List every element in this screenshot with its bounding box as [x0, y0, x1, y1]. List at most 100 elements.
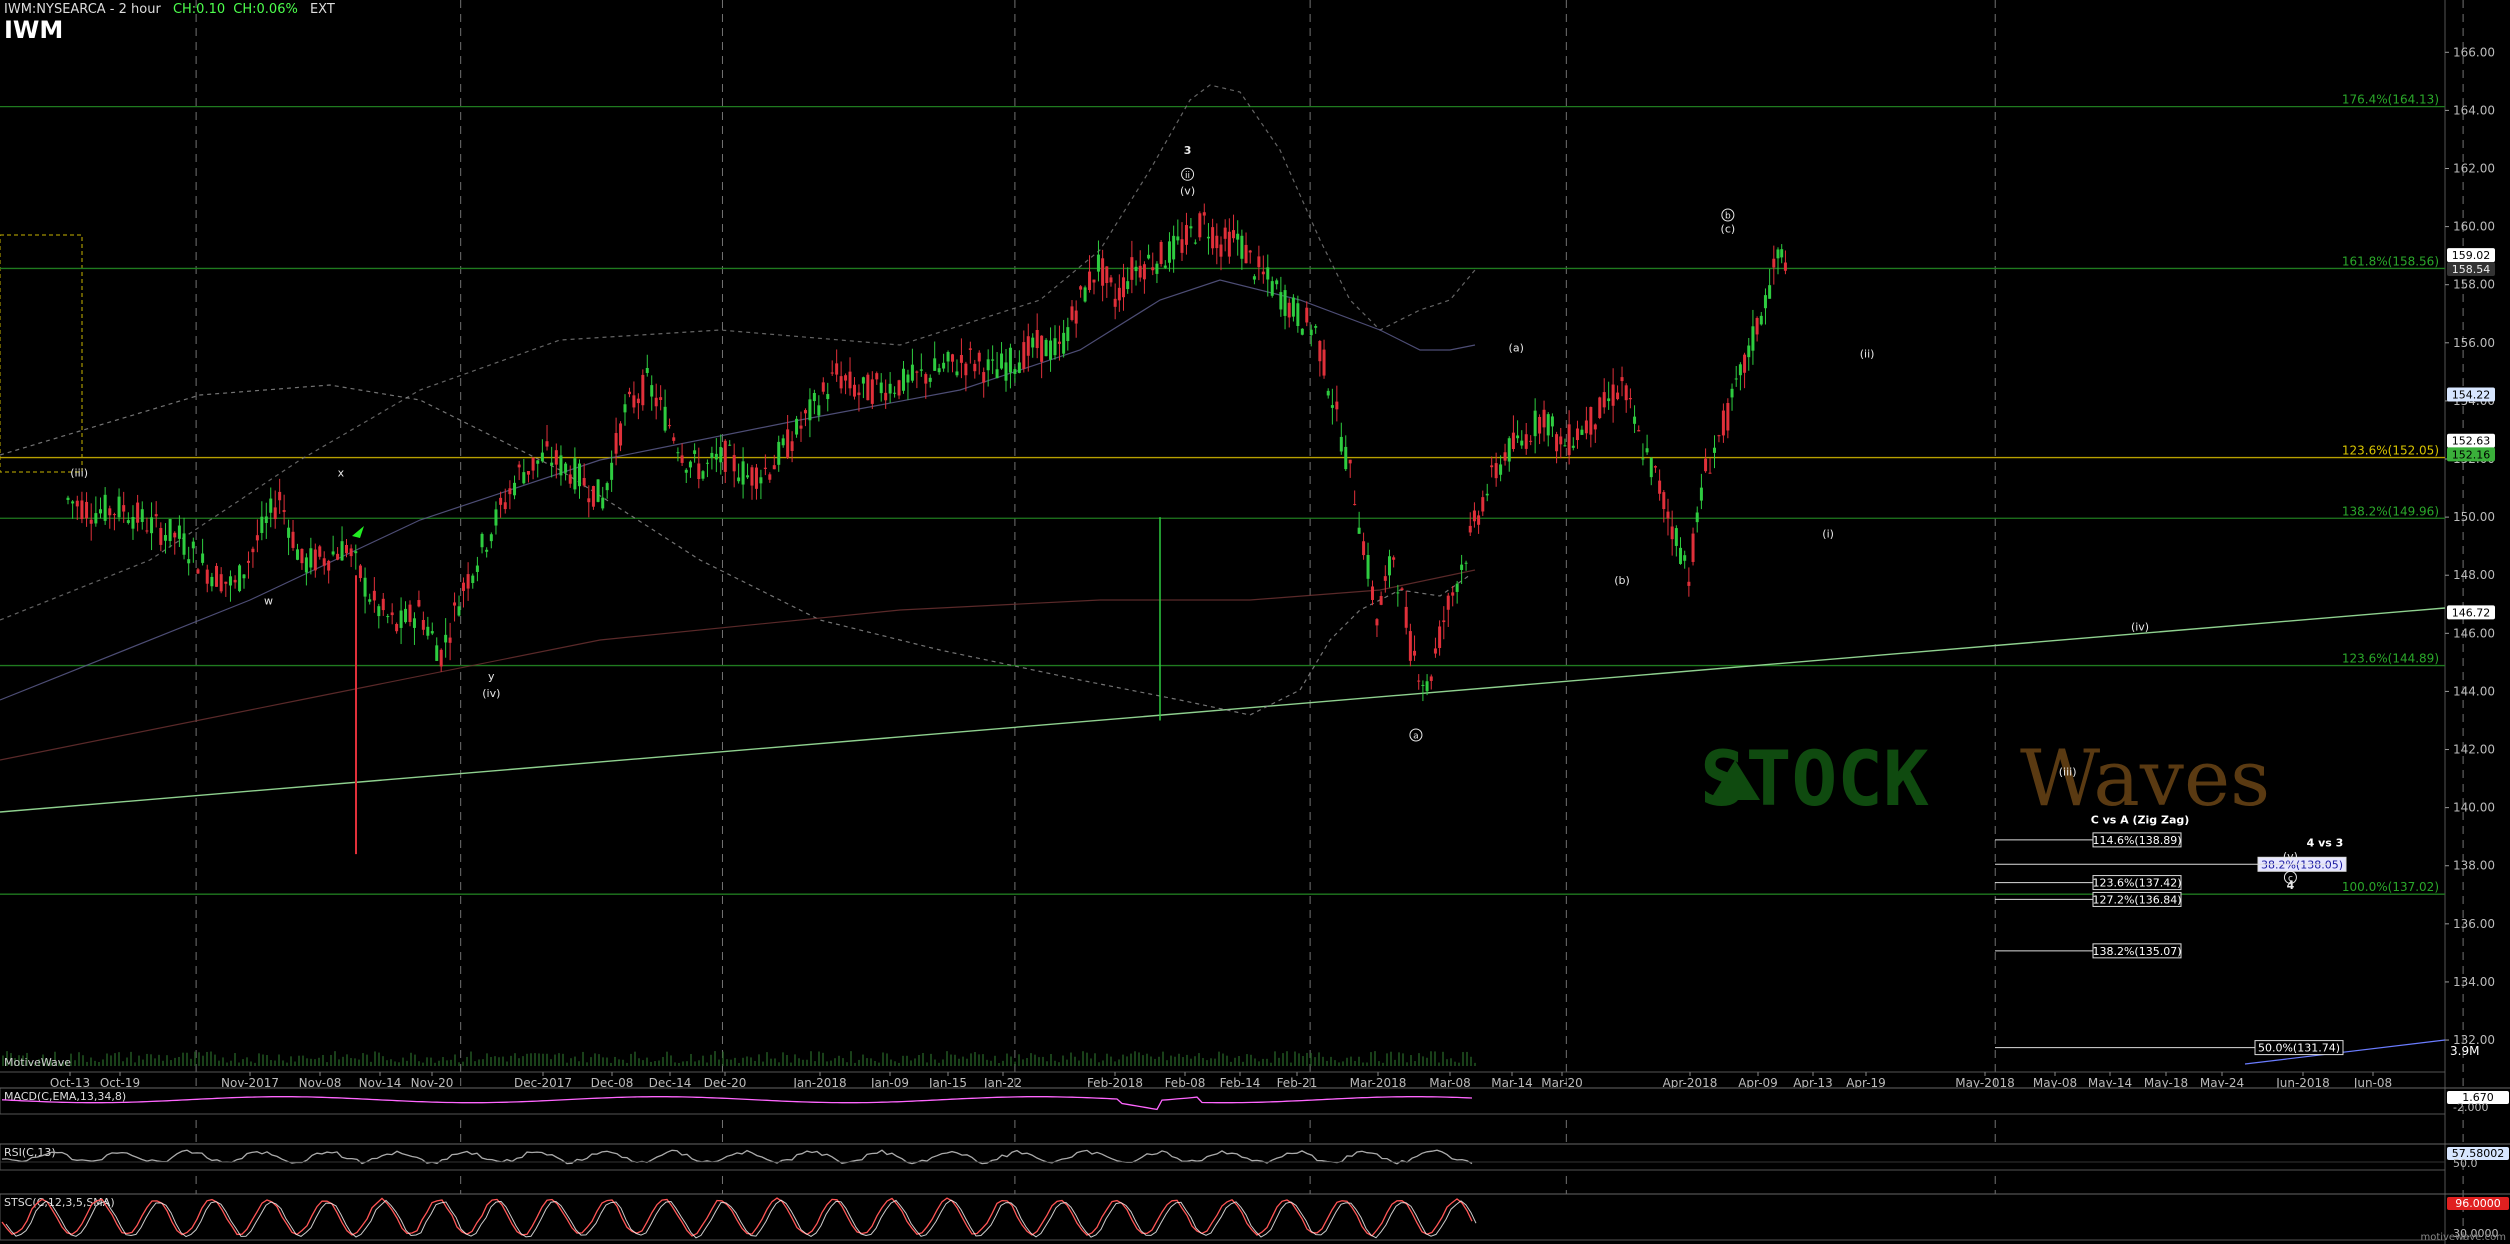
motivewave-site: motivewave.com — [2420, 1232, 2506, 1243]
volume-bar — [494, 1056, 496, 1066]
candle-body — [1387, 556, 1391, 576]
volume-bar — [546, 1053, 548, 1066]
candle-body — [559, 455, 563, 476]
wave-label: (v) — [2283, 850, 2298, 863]
time-axis[interactable]: Oct-13 Oct-19 Nov-2017 Nov-08 Nov-14 Nov-20 De… — [0, 1071, 2445, 1090]
candle-body — [358, 565, 362, 579]
volume-bar — [966, 1058, 968, 1066]
candle-body — [205, 569, 209, 584]
volume-bar — [1326, 1060, 1328, 1066]
volume-bar — [446, 1060, 448, 1066]
volume-bar — [866, 1058, 868, 1066]
candle-body — [884, 392, 888, 401]
candle-body — [426, 626, 430, 636]
candle-body — [728, 444, 732, 446]
candle-body — [242, 574, 246, 579]
wave-label: 3 — [1184, 144, 1192, 157]
volume-bar — [834, 1058, 836, 1066]
volume-bar — [138, 1055, 140, 1066]
candle-body — [835, 363, 839, 375]
volume-bar — [1442, 1051, 1444, 1066]
volume-bar — [750, 1057, 752, 1066]
candle-body — [75, 500, 79, 507]
volume-bar — [106, 1053, 108, 1066]
candle-body — [1633, 416, 1637, 424]
volume-bar — [958, 1058, 960, 1066]
wave-label: (iv) — [482, 687, 500, 700]
candle-body — [910, 364, 914, 381]
price-axis[interactable]: 132.00 134.00 136.00 138.00 140.00 142.00 144.… — [2445, 45, 2495, 1047]
candle-body — [1252, 276, 1256, 280]
candle-body — [219, 574, 223, 592]
fib-label: 100.0%(137.02) — [2342, 880, 2439, 894]
candle-body — [1287, 302, 1291, 318]
projection-title: C vs A (Zig Zag) — [2091, 813, 2190, 826]
candle-body — [1000, 353, 1004, 369]
candle-body — [759, 477, 763, 484]
candle-body — [1755, 317, 1759, 335]
volume-bar — [330, 1054, 332, 1066]
volume-bar — [754, 1060, 756, 1066]
indicator-panels[interactable]: MACD(C,EMA,13,34,8) 1.670-2.000RSI(C,13) 5… — [0, 1087, 2510, 1241]
volume-bar — [1298, 1053, 1300, 1066]
volume-bar — [166, 1055, 168, 1066]
volume-bar — [1286, 1051, 1288, 1066]
candle-body — [750, 467, 754, 486]
volume-bar — [674, 1062, 676, 1066]
volume-bar — [1338, 1062, 1340, 1066]
candle-body — [66, 497, 70, 500]
candle-body — [1155, 263, 1159, 274]
candle-body — [888, 383, 892, 394]
volume-bar — [934, 1059, 936, 1066]
volume-bar — [506, 1061, 508, 1066]
candle-body — [404, 608, 408, 623]
volume-bar — [398, 1062, 400, 1066]
candle-body — [1768, 285, 1772, 299]
volume-bar — [1078, 1060, 1080, 1066]
volume-bar — [1234, 1057, 1236, 1066]
arrow-marker — [352, 526, 364, 538]
volume-bar — [114, 1053, 116, 1066]
candle-body — [1383, 576, 1387, 581]
volume-bar — [1318, 1052, 1320, 1066]
volume-bar — [946, 1051, 948, 1066]
candle-body — [1117, 287, 1121, 301]
candle-body — [1611, 384, 1615, 406]
chart-canvas[interactable]: 176.4%(164.13) 161.8%(158.56) 123.6%(152.0… — [0, 0, 2510, 1244]
candle-body — [103, 494, 107, 521]
candle-body — [1044, 339, 1048, 357]
candle-body — [641, 374, 645, 406]
volume-bar — [118, 1052, 120, 1066]
candle-body — [596, 479, 600, 502]
candle-body — [1300, 328, 1304, 335]
candle-body — [1670, 526, 1674, 540]
volume-bar — [1214, 1058, 1216, 1066]
price-tick-label: 144.00 — [2453, 684, 2495, 698]
volume-bar — [922, 1052, 924, 1066]
volume-bar — [1366, 1062, 1368, 1066]
volume-bar — [694, 1061, 696, 1066]
volume-bar — [994, 1055, 996, 1066]
candle-body — [1404, 606, 1408, 628]
candle-body — [85, 501, 89, 519]
candle-body — [201, 553, 205, 563]
price-candles[interactable] — [66, 203, 1787, 855]
candle-body — [1438, 626, 1442, 648]
candle-body — [1013, 369, 1017, 374]
volume-bar — [570, 1058, 572, 1066]
candle-body — [386, 616, 390, 618]
volume-bar — [954, 1054, 956, 1066]
wave-label: (v) — [1180, 185, 1195, 198]
candle-body — [1240, 235, 1244, 259]
candle-body — [122, 505, 126, 512]
candle-body — [1589, 407, 1593, 435]
candle-body — [1122, 277, 1126, 298]
candle-body — [1167, 241, 1171, 263]
volume-bar — [146, 1053, 148, 1066]
volume-bar — [1170, 1055, 1172, 1066]
volume-bar — [666, 1051, 668, 1066]
candle-body — [1101, 258, 1105, 286]
candle-body — [763, 467, 767, 469]
volume-bar — [318, 1057, 320, 1066]
candle-body — [879, 382, 883, 394]
